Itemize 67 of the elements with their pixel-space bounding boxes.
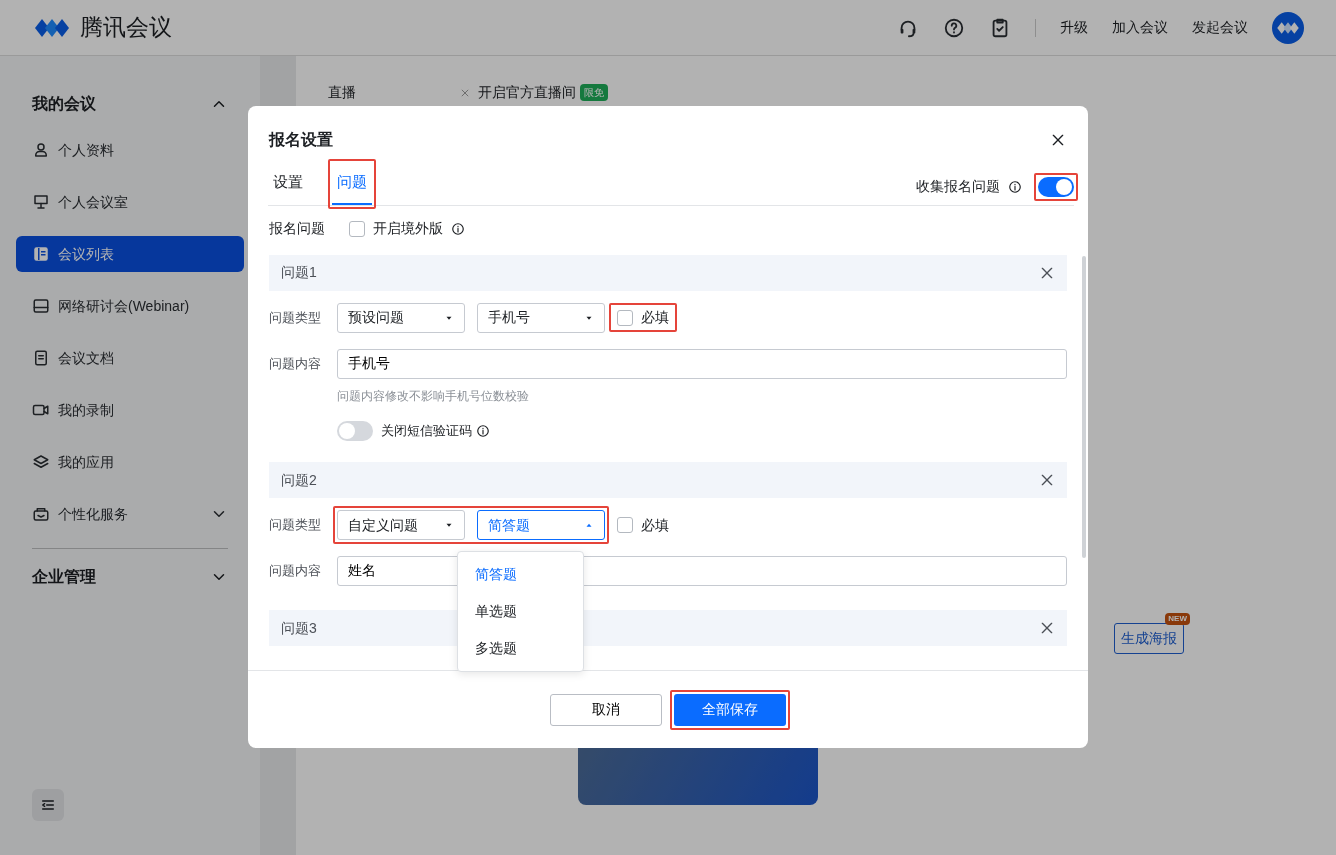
avatar[interactable] [1272,11,1304,44]
sidebar-item[interactable]: 我的录制 [16,392,244,428]
document-icon [32,349,50,367]
info-icon [476,423,490,438]
cancel-button[interactable]: 取消 [550,693,662,726]
info-icon [451,221,465,236]
switch-label: 关闭短信验证码 [381,422,472,441]
header-link[interactable]: 升级 [1060,17,1088,38]
sidebar-item[interactable]: 会议文档 [16,340,244,376]
field-label: 问题内容 [269,562,322,581]
indent-icon [40,797,56,813]
section-title: 我的会议 [32,94,96,114]
menu-item[interactable]: 多选题 [458,630,583,667]
question-title: 问题2 [281,470,317,490]
monitor-icon [32,193,50,211]
checkbox-label: 必填 [641,515,669,535]
header-link[interactable]: 加入会议 [1112,17,1168,38]
checkbox-label: 开启境外版 [373,219,443,238]
dialog-title: 报名设置 [269,130,333,150]
tab[interactable]: 设置 [268,162,308,205]
field-label: 直播 [328,83,356,102]
help-icon[interactable] [943,16,965,39]
scrollbar[interactable] [1082,256,1086,558]
section-header[interactable]: 我的会议 [16,84,244,124]
option-text: 开启官方直播间 [478,83,576,102]
dropdown[interactable]: 自定义问题 [337,510,465,541]
panel-icon [32,297,50,315]
question-title: 问题1 [281,263,317,283]
close-icon[interactable] [1050,132,1066,148]
info-icon [1008,179,1022,194]
sidebar-item[interactable]: 个人会议室 [16,184,244,220]
dropdown[interactable]: 预设问题 [337,302,465,333]
input-field[interactable]: 手机号 [337,348,1067,379]
save-button[interactable]: 全部保存 [674,693,786,726]
close-icon [460,87,470,98]
checkbox[interactable] [617,517,633,534]
header-link[interactable]: 发起会议 [1192,17,1248,38]
list-icon [32,245,50,263]
checkbox[interactable] [617,309,633,326]
field-label: 问题类型 [269,309,322,328]
user-icon [32,141,50,159]
checkbox-label: 必填 [641,308,669,328]
checkbox[interactable] [349,220,365,237]
dropdown[interactable]: 手机号 [477,302,605,333]
sidebar-item[interactable]: 个人资料 [16,132,244,168]
menu-item[interactable]: 单选题 [458,593,583,630]
sidebar-item[interactable]: 个性化服务 [16,496,244,532]
tab[interactable]: 问题 [332,162,372,205]
sidebar-item[interactable]: 我的应用 [16,444,244,480]
dropdown[interactable]: 简答题 [477,510,605,541]
logo-text: 腾讯会议 [80,13,172,43]
new-badge: NEW [1165,613,1190,625]
section-header[interactable]: 企业管理 [16,557,244,597]
field-label: 报名问题 [269,219,326,238]
hint-text: 问题内容修改不影响手机号位数校验 [337,387,530,405]
bag-icon [32,505,50,523]
free-tag: 限免 [580,84,608,101]
section-title: 企业管理 [32,567,96,587]
toggle-switch[interactable] [337,420,373,441]
collapse-button[interactable] [32,789,64,821]
field-label: 问题类型 [269,516,322,535]
sidebar-item[interactable]: 会议列表 [16,236,244,272]
sidebar-item[interactable]: 网络研讨会(Webinar) [16,288,244,324]
switch-label: 收集报名问题 [916,177,1000,196]
question-title: 问题3 [281,618,317,638]
field-label: 问题内容 [269,355,322,374]
layers-icon [32,453,50,471]
